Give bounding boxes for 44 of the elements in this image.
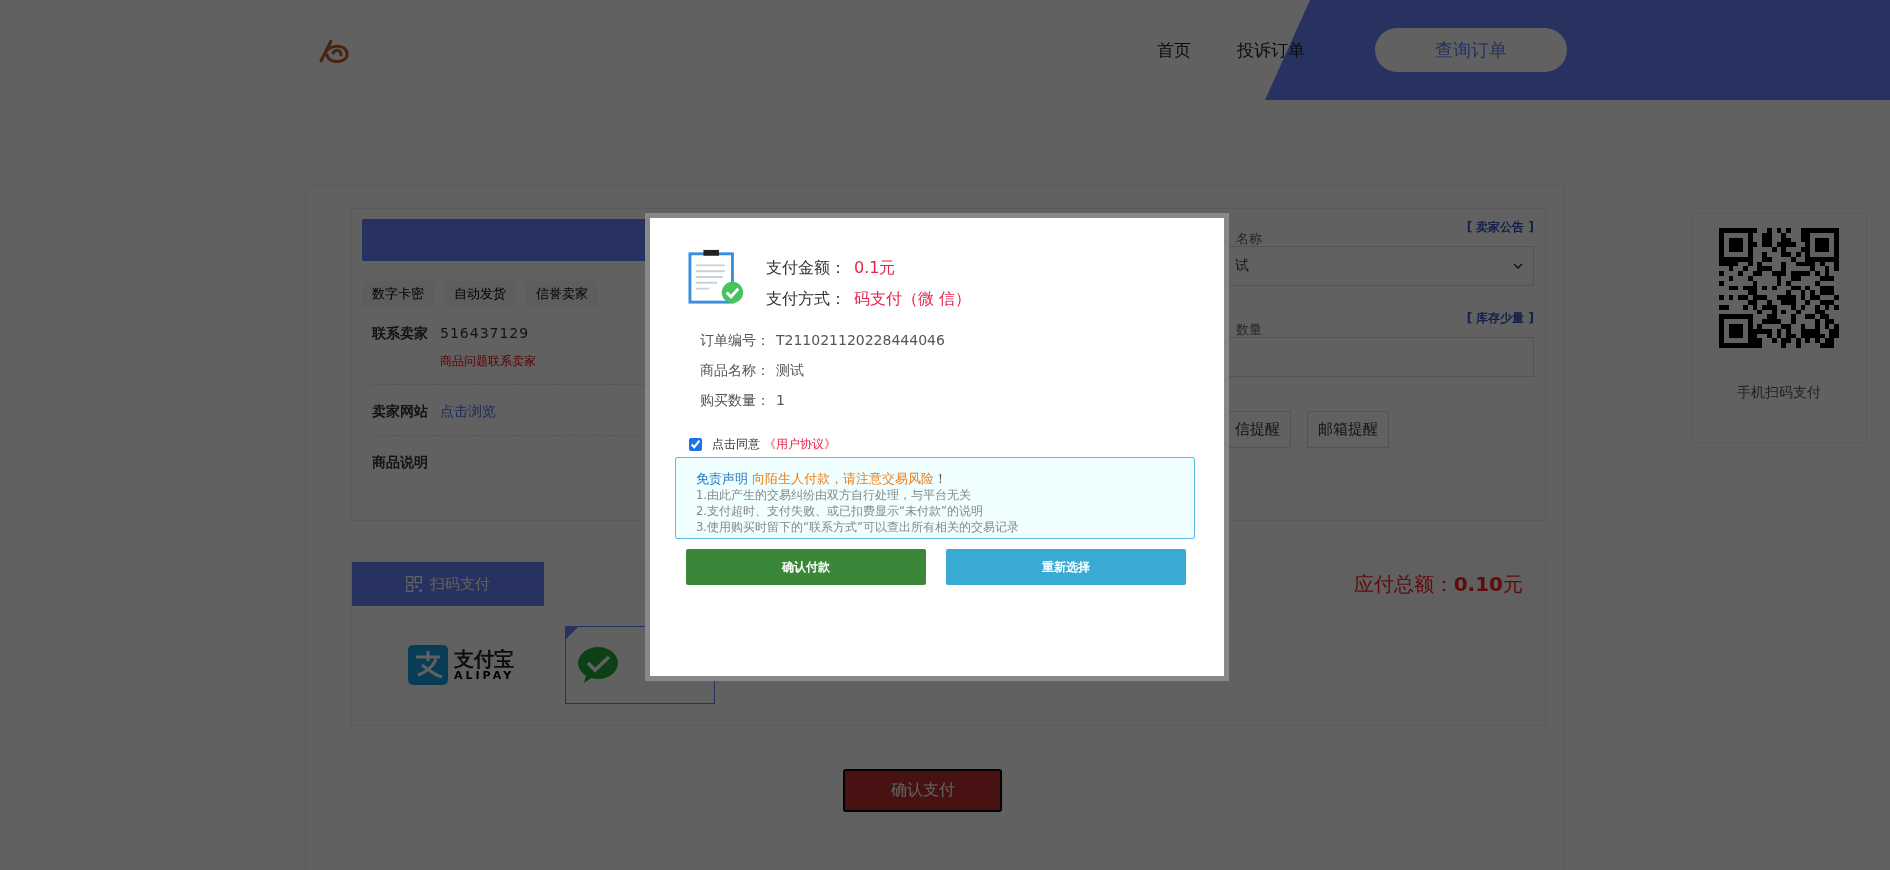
- confirm-payment-button[interactable]: 确认支付: [843, 769, 1002, 812]
- detail-label: 商品名称：: [700, 362, 770, 380]
- clipboard-check-icon: [688, 248, 746, 306]
- qr-caption: 手机扫码支付: [1737, 384, 1821, 402]
- description-label: 商品说明: [372, 454, 428, 472]
- contact-value: 516437129: [440, 325, 531, 341]
- chevron-down-icon: [1513, 263, 1523, 269]
- amount-value: 0.1元: [854, 258, 896, 279]
- alipay-subtitle: ALIPAY: [454, 668, 515, 682]
- dialog-button[interactable]: 确认付款: [686, 549, 926, 585]
- payment-option[interactable]: 支付宝 ALIPAY: [397, 626, 547, 704]
- alipay-logo-icon: [408, 645, 448, 685]
- user-agreement-link[interactable]: 《用户协议》: [764, 436, 836, 453]
- notice-link[interactable]: [ 卖家公告 ]: [1466, 219, 1534, 236]
- detail-value: 测试: [776, 362, 804, 380]
- nav-link[interactable]: 投诉订单: [1237, 38, 1305, 62]
- contact-note: 商品问题联系卖家: [440, 353, 536, 370]
- query-order-button[interactable]: 查询订单: [1375, 28, 1567, 72]
- detail-value: T211021120228444046: [776, 332, 945, 350]
- stock-link[interactable]: [ 库存少量 ]: [1466, 310, 1534, 327]
- site-label: 卖家网站: [372, 403, 428, 421]
- agree-checkbox[interactable]: [689, 438, 702, 451]
- dialog-button[interactable]: 重新选择: [946, 549, 1186, 585]
- agree-text: 点击同意: [712, 436, 760, 453]
- detail-label: 订单编号：: [700, 332, 770, 350]
- disclaimer-line: 3.使用购买时留下的“联系方式”可以查出所有相关的交易记录: [696, 519, 1020, 535]
- remind-button[interactable]: 邮箱提醒: [1307, 411, 1389, 448]
- disclaimer-line: 1.由此产生的交易纠纷由双方自行处理，与平台无关: [696, 487, 972, 503]
- nav-link[interactable]: 首页: [1157, 38, 1191, 62]
- field-label: 名称: [1236, 232, 1262, 246]
- method-label: 支付方式：: [766, 289, 846, 310]
- selected-corner-icon: [566, 627, 578, 639]
- wechat-logo-icon: [576, 645, 620, 685]
- method-value: 码支付（微 信）: [854, 289, 972, 310]
- qr-icon: [406, 576, 422, 592]
- alipay-name: 支付宝: [454, 648, 515, 669]
- site-link[interactable]: 点击浏览: [440, 403, 496, 421]
- contact-label: 联系卖家: [372, 325, 428, 343]
- disclaimer-line: 2.支付超时、支付失败、或已扣费显示“未付款”的说明: [696, 503, 984, 519]
- detail-value: 1: [776, 392, 785, 410]
- amount-label: 支付金额：: [766, 258, 846, 279]
- disclaimer-heading: 免责声明 向陌生人付款，请注意交易风险！: [696, 471, 949, 487]
- detail-label: 购买数量：: [700, 392, 770, 410]
- total-amount: 应付总额：0.10元: [1353, 570, 1523, 598]
